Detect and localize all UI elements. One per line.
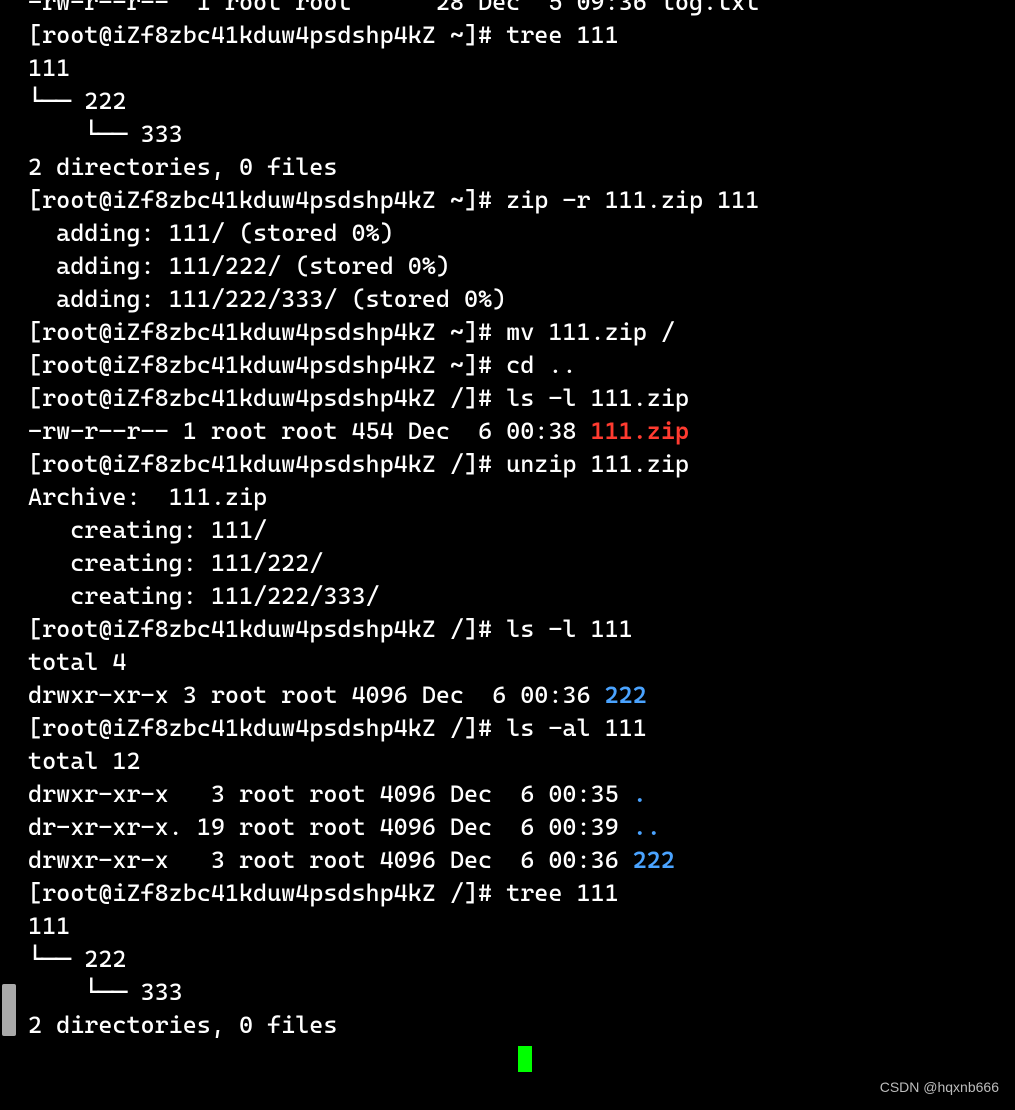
terminal-line: adding: 111/222/333/ (stored 0%): [28, 283, 759, 316]
terminal-line: └── 222: [28, 85, 759, 118]
terminal-text: -rw-r--r-- 1 root root 454 Dec 6 00:38: [28, 417, 591, 445]
watermark-text: CSDN @hqxnb666: [880, 1080, 999, 1094]
terminal-text: [root@iZf8zbc41kduw4psdshp4kZ /]# tree 1…: [28, 879, 619, 907]
directory-name: 222: [605, 681, 647, 709]
terminal-line: drwxr-xr-x 3 root root 4096 Dec 6 00:36 …: [28, 679, 759, 712]
terminal-text: drwxr-xr-x 3 root root 4096 Dec 6 00:36: [28, 681, 605, 709]
terminal-line: dr-xr-xr-x. 19 root root 4096 Dec 6 00:3…: [28, 811, 759, 844]
terminal-line: drwxr-xr-x 3 root root 4096 Dec 6 00:36 …: [28, 844, 759, 877]
terminal-text: [root@iZf8zbc41kduw4psdshp4kZ ~]# zip -r…: [28, 186, 759, 214]
directory-name: ..: [633, 813, 661, 841]
terminal-text: total 12: [28, 747, 141, 775]
terminal-text: creating: 111/: [28, 516, 267, 544]
terminal-text: └── 333: [28, 978, 183, 1006]
terminal-text: total 4: [28, 648, 126, 676]
terminal-line: adding: 111/222/ (stored 0%): [28, 250, 759, 283]
terminal-text: drwxr-xr-x 3 root root 4096 Dec 6 00:36: [28, 846, 633, 874]
terminal-output[interactable]: -rw-r--r-- 1 root root 28 Dec 5 09:36 lo…: [28, 0, 759, 1075]
terminal-text: └── 222: [28, 87, 126, 115]
terminal-text: drwxr-xr-x 3 root root 4096 Dec 6 00:35: [28, 780, 633, 808]
terminal-text: dr-xr-xr-x. 19 root root 4096 Dec 6 00:3…: [28, 813, 633, 841]
terminal-line: drwxr-xr-x 3 root root 4096 Dec 6 00:35 …: [28, 778, 759, 811]
terminal-line: [root@iZf8zbc41kduw4psdshp4kZ ~]# zip -r…: [28, 184, 759, 217]
terminal-text: adding: 111/222/ (stored 0%): [28, 252, 450, 280]
terminal-line: -rw-r--r-- 1 root root 454 Dec 6 00:38 1…: [28, 415, 759, 448]
terminal-text: [root@iZf8zbc41kduw4psdshp4kZ /]# ls -al…: [28, 714, 647, 742]
directory-name: 222: [633, 846, 675, 874]
terminal-text: 2 directories, 0 files: [28, 1011, 337, 1039]
terminal-text: creating: 111/222/333/: [28, 582, 380, 610]
terminal-line: [root@iZf8zbc41kduw4psdshp4kZ ~]# mv 111…: [28, 316, 759, 349]
terminal-line: 111: [28, 910, 759, 943]
terminal-text: [root@iZf8zbc41kduw4psdshp4kZ /]# unzip …: [28, 450, 689, 478]
terminal-line: 111: [28, 52, 759, 85]
terminal-line: └── 222: [28, 943, 759, 976]
terminal-text: [root@iZf8zbc41kduw4psdshp4kZ /]# ls -l …: [28, 615, 633, 643]
terminal-line: [root@iZf8zbc41kduw4psdshp4kZ /]# ls -l …: [28, 613, 759, 646]
terminal-text: 111: [28, 912, 70, 940]
terminal-line: [root@iZf8zbc41kduw4psdshp4kZ ~]# cd ..: [28, 349, 759, 382]
terminal-text: [root@iZf8zbc41kduw4psdshp4kZ ~]# tree 1…: [28, 21, 619, 49]
directory-name: .: [633, 780, 647, 808]
terminal-cursor: [518, 1046, 532, 1072]
terminal-line: └── 333: [28, 118, 759, 151]
terminal-line: adding: 111/ (stored 0%): [28, 217, 759, 250]
terminal-text: 111: [28, 54, 70, 82]
terminal-line: [root@iZf8zbc41kduw4psdshp4kZ /]# unzip …: [28, 448, 759, 481]
terminal-text: [root@iZf8zbc41kduw4psdshp4kZ ~]# cd ..: [28, 351, 576, 379]
terminal-line: [root@iZf8zbc41kduw4psdshp4kZ /]# tree 1…: [28, 877, 759, 910]
scrollbar-thumb[interactable]: [2, 984, 16, 1036]
terminal-line: [root@iZf8zbc41kduw4psdshp4kZ ~]# tree 1…: [28, 19, 759, 52]
terminal-text: 2 directories, 0 files: [28, 153, 337, 181]
terminal-line: Archive: 111.zip: [28, 481, 759, 514]
terminal-line: total 4: [28, 646, 759, 679]
archive-filename: 111.zip: [591, 417, 689, 445]
terminal-line: total 12: [28, 745, 759, 778]
terminal-text: └── 222: [28, 945, 126, 973]
terminal-text: [root@iZf8zbc41kduw4psdshp4kZ /]# ls -l …: [28, 384, 689, 412]
terminal-text: -rw-r--r-- 1 root root 28 Dec 5 09:36 lo…: [28, 0, 759, 16]
terminal-line: 2 directories, 0 files: [28, 1009, 759, 1042]
terminal-line: 2 directories, 0 files: [28, 151, 759, 184]
terminal-text: └── 333: [28, 120, 183, 148]
terminal-text: Archive: 111.zip: [28, 483, 267, 511]
scrollbar-track[interactable]: [0, 0, 22, 1110]
terminal-line: └── 333: [28, 976, 759, 1009]
terminal-line: creating: 111/: [28, 514, 759, 547]
terminal-line: [root@iZf8zbc41kduw4psdshp4kZ /]# ls -al…: [28, 712, 759, 745]
terminal-text: adding: 111/222/333/ (stored 0%): [28, 285, 506, 313]
terminal-line: [root@iZf8zbc41kduw4psdshp4kZ /]# ls -l …: [28, 382, 759, 415]
terminal-line: -rw-r--r-- 1 root root 28 Dec 5 09:36 lo…: [28, 0, 759, 19]
terminal-line: creating: 111/222/: [28, 547, 759, 580]
terminal-text: adding: 111/ (stored 0%): [28, 219, 394, 247]
terminal-line: creating: 111/222/333/: [28, 580, 759, 613]
terminal-text: creating: 111/222/: [28, 549, 323, 577]
terminal-line: [28, 1042, 759, 1075]
terminal-text: [root@iZf8zbc41kduw4psdshp4kZ ~]# mv 111…: [28, 318, 675, 346]
